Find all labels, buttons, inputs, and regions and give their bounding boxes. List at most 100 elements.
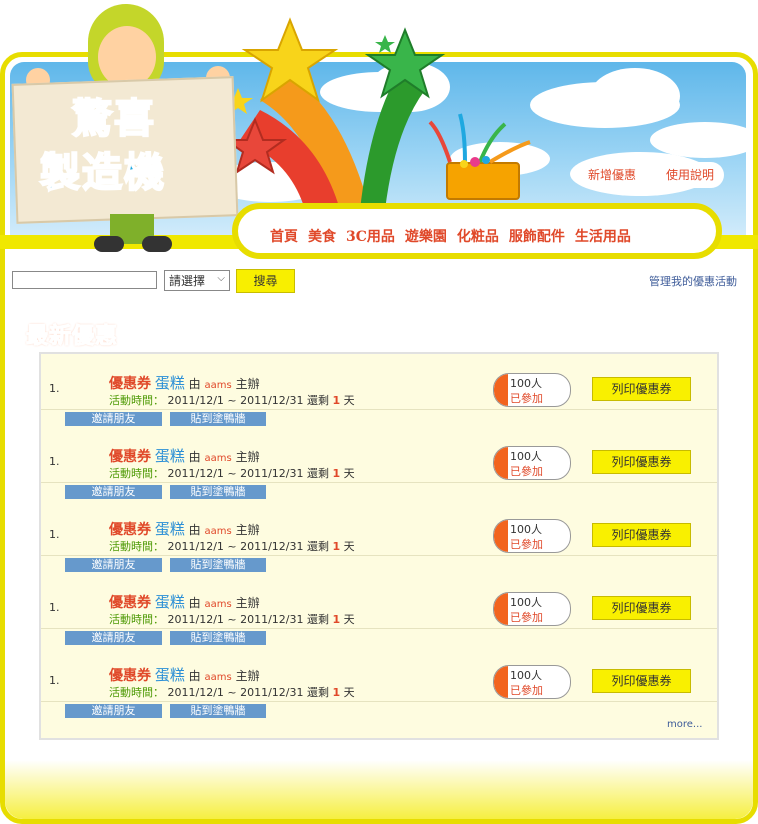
coupon-item-link[interactable]: 蛋糕 — [155, 593, 185, 611]
coupon-item-link[interactable]: 蛋糕 — [155, 666, 185, 684]
time-range: 2011/12/1 ~ 2011/12/31 — [167, 540, 304, 553]
host-suffix: 主辦 — [235, 450, 260, 464]
invite-friends-button[interactable]: 邀請朋友 — [65, 485, 162, 499]
main-nav: 首頁 美食 3C用品 遊樂園 化粧品 服飾配件 生活用品 — [270, 226, 641, 246]
participants-badge: 100人 已參加 — [493, 373, 571, 407]
coupon-item-link[interactable]: 蛋糕 — [155, 520, 185, 538]
remain-prefix: 還剩 — [307, 467, 330, 480]
coupon-time-line: 活動時間： 2011/12/1 ~ 2011/12/31 還剩 1 天 — [109, 392, 355, 408]
days-suffix: 天 — [343, 686, 355, 699]
host-link[interactable]: aams — [205, 380, 232, 391]
remain-prefix: 還剩 — [307, 394, 330, 407]
by-text: 由 — [188, 450, 201, 464]
coupon-number: 1. — [49, 382, 60, 395]
search-input[interactable] — [12, 271, 157, 289]
coupon-item-link[interactable]: 蛋糕 — [155, 374, 185, 392]
print-coupon-button[interactable]: 列印優惠券 — [592, 523, 691, 547]
by-text: 由 — [188, 377, 201, 391]
nav-item-home[interactable]: 首頁 — [270, 226, 298, 246]
row-divider — [41, 555, 717, 556]
by-text: 由 — [188, 669, 201, 683]
coupon-number: 1. — [49, 601, 60, 614]
print-coupon-button[interactable]: 列印優惠券 — [592, 450, 691, 474]
manage-my-coupons-link[interactable]: 管理我的優惠活動 — [649, 273, 737, 289]
add-coupon-button[interactable]: 新增優惠 — [578, 162, 647, 188]
category-select[interactable]: 請選擇 ⌵ — [164, 270, 230, 291]
host-link[interactable]: aams — [205, 599, 232, 610]
post-to-wall-button[interactable]: 貼到塗鴨牆 — [170, 558, 266, 572]
coupon-number: 1. — [49, 455, 60, 468]
chevron-down-icon: ⌵ — [217, 273, 225, 284]
participant-count: 100人 — [510, 523, 542, 536]
coupon-label: 優惠券 — [109, 595, 151, 611]
days-remaining: 1 — [332, 540, 341, 553]
category-select-value: 請選擇 — [169, 274, 206, 288]
remain-prefix: 還剩 — [307, 540, 330, 553]
participants-badge-accent — [494, 666, 508, 698]
print-coupon-button[interactable]: 列印優惠券 — [592, 596, 691, 620]
post-to-wall-button[interactable]: 貼到塗鴨牆 — [170, 631, 266, 645]
joined-label: 已參加 — [510, 684, 543, 697]
coupon-item-link[interactable]: 蛋糕 — [155, 447, 185, 465]
coupon-title-line: 優惠券 蛋糕 由 aams 主辦 — [109, 518, 260, 539]
days-remaining: 1 — [332, 394, 341, 407]
invite-friends-button[interactable]: 邀請朋友 — [65, 631, 162, 645]
days-suffix: 天 — [343, 613, 355, 626]
nav-item-3c[interactable]: 3C用品 — [346, 226, 395, 246]
row-divider — [41, 409, 717, 410]
time-range: 2011/12/1 ~ 2011/12/31 — [167, 467, 304, 480]
coupon-time-line: 活動時間： 2011/12/1 ~ 2011/12/31 還剩 1 天 — [109, 538, 355, 554]
nav-item-living[interactable]: 生活用品 — [575, 226, 631, 246]
participant-count: 100人 — [510, 669, 542, 682]
nav-item-amusement[interactable]: 遊樂園 — [405, 226, 447, 246]
host-link[interactable]: aams — [205, 453, 232, 464]
joined-label: 已參加 — [510, 465, 543, 478]
participants-badge-accent — [494, 520, 508, 552]
coupon-time-line: 活動時間： 2011/12/1 ~ 2011/12/31 還剩 1 天 — [109, 684, 355, 700]
coupon-row: 1. 優惠券 蛋糕 由 aams 主辦 活動時間： 2011/12/1 ~ 20… — [41, 646, 717, 719]
time-label: 活動時間： — [109, 467, 164, 480]
invite-friends-button[interactable]: 邀請朋友 — [65, 704, 162, 718]
nav-item-cosmetics[interactable]: 化粧品 — [457, 226, 499, 246]
host-suffix: 主辦 — [235, 596, 260, 610]
participants-badge: 100人 已參加 — [493, 665, 571, 699]
joined-label: 已參加 — [510, 611, 543, 624]
coupon-row: 1. 優惠券 蛋糕 由 aams 主辦 活動時間： 2011/12/1 ~ 20… — [41, 573, 717, 646]
post-to-wall-button[interactable]: 貼到塗鴨牆 — [170, 704, 266, 718]
coupon-list-panel: 1. 優惠券 蛋糕 由 aams 主辦 活動時間： 2011/12/1 ~ 20… — [39, 352, 719, 740]
days-remaining: 1 — [332, 467, 341, 480]
coupon-row: 1. 優惠券 蛋糕 由 aams 主辦 活動時間： 2011/12/1 ~ 20… — [41, 354, 717, 427]
more-link[interactable]: more... — [667, 719, 702, 730]
print-coupon-button[interactable]: 列印優惠券 — [592, 669, 691, 693]
invite-friends-button[interactable]: 邀請朋友 — [65, 412, 162, 426]
nav-item-food[interactable]: 美食 — [308, 226, 336, 246]
remain-prefix: 還剩 — [307, 686, 330, 699]
coupon-title-line: 優惠券 蛋糕 由 aams 主辦 — [109, 591, 260, 612]
participants-badge: 100人 已參加 — [493, 446, 571, 480]
host-link[interactable]: aams — [205, 672, 232, 683]
print-coupon-button[interactable]: 列印優惠券 — [592, 377, 691, 401]
time-range: 2011/12/1 ~ 2011/12/31 — [167, 686, 304, 699]
confetti-illustration — [428, 113, 531, 168]
time-label: 活動時間： — [109, 540, 164, 553]
logo-line2: 製造機 — [39, 148, 166, 197]
host-link[interactable]: aams — [205, 526, 232, 537]
coupon-label: 優惠券 — [109, 522, 151, 538]
coupon-title-line: 優惠券 蛋糕 由 aams 主辦 — [109, 445, 260, 466]
days-suffix: 天 — [343, 540, 355, 553]
help-button[interactable]: 使用說明 — [656, 162, 725, 188]
logo-line1: 驚喜 — [71, 94, 156, 143]
time-label: 活動時間： — [109, 686, 164, 699]
post-to-wall-button[interactable]: 貼到塗鴨牆 — [170, 485, 266, 499]
days-remaining: 1 — [332, 686, 341, 699]
star-streaks-illustration — [222, 17, 446, 210]
row-divider — [41, 701, 717, 702]
search-button[interactable]: 搜尋 — [236, 269, 295, 293]
host-suffix: 主辦 — [235, 377, 260, 391]
post-to-wall-button[interactable]: 貼到塗鴨牆 — [170, 412, 266, 426]
nav-item-fashion[interactable]: 服飾配件 — [509, 226, 565, 246]
participants-badge: 100人 已參加 — [493, 519, 571, 553]
participants-badge-accent — [494, 374, 508, 406]
footer-band — [5, 760, 753, 819]
invite-friends-button[interactable]: 邀請朋友 — [65, 558, 162, 572]
